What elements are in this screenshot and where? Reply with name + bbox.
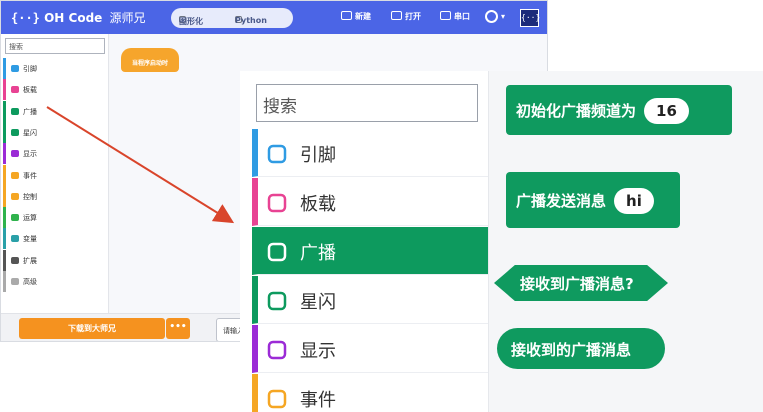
broadcast-icon — [266, 241, 288, 263]
event-icon — [266, 388, 288, 410]
category-label: 事件 — [300, 390, 336, 411]
category-item[interactable]: 引脚 — [252, 129, 488, 177]
init-broadcast-channel-block[interactable]: 初始化广播频道为 16 — [506, 85, 732, 135]
received-broadcast-bool-block[interactable]: 接收到广播消息? — [494, 265, 668, 301]
category-item[interactable]: 板载 — [252, 178, 488, 226]
category-sidebar: 搜索 引脚板载广播星闪显示事件 — [240, 71, 488, 412]
category-item[interactable]: 事件 — [252, 374, 488, 412]
onboard-icon — [266, 192, 288, 214]
channel-value[interactable]: 16 — [644, 98, 689, 124]
network-icon — [266, 290, 288, 312]
category-label: 星闪 — [300, 292, 336, 313]
category-item[interactable]: 星闪 — [252, 276, 488, 324]
search-input[interactable]: 搜索 — [256, 84, 478, 122]
display-icon — [266, 339, 288, 361]
zoomed-view: 搜索 引脚板载广播星闪显示事件 初始化广播频道为 16 广播发送消息 hi 接收到广… — [240, 71, 763, 412]
category-label: 显示 — [300, 341, 336, 362]
tutorial-screenshot: {··} OH Code 源师兄 图形化 Python 新建 打开 串口 ▾ {… — [0, 0, 763, 412]
category-label: 板载 — [300, 194, 336, 215]
category-label: 广播 — [300, 243, 336, 264]
category-label: 引脚 — [300, 145, 336, 166]
broadcast-send-block[interactable]: 广播发送消息 hi — [506, 172, 680, 228]
category-item[interactable]: 显示 — [252, 325, 488, 373]
category-item[interactable]: 广播 — [252, 227, 488, 275]
received-broadcast-message-block[interactable]: 接收到的广播消息 — [497, 328, 665, 369]
pin-icon — [266, 143, 288, 165]
message-value[interactable]: hi — [614, 188, 654, 214]
